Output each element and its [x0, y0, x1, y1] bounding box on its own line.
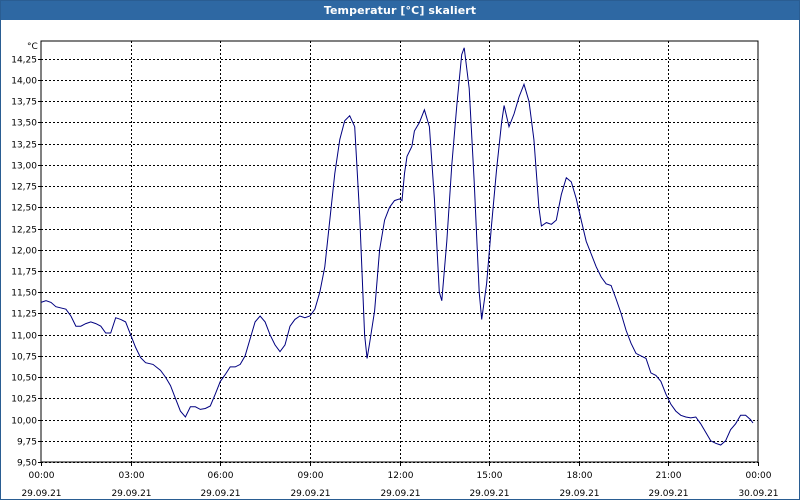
y-tick-label: 14,00	[11, 77, 37, 87]
temperature-series-line	[40, 47, 754, 446]
temperature-chart: 9,50 9,75 10,00 10,25 10,50 10,75 11,00 11,25 11…	[11, 40, 779, 499]
window-title: Temperatur [°C] skaliert	[1, 1, 799, 20]
y-tick-label: 12,50	[11, 204, 37, 214]
y-tick-label: 10,00	[11, 417, 37, 427]
x-tick-time-label: 00:00	[746, 471, 772, 481]
y-tick-label: 13,75	[11, 98, 37, 108]
x-tick-date-label: 29.09.21	[200, 489, 240, 499]
y-tick-label: 12,75	[11, 183, 37, 193]
x-tick-date-label: 29.09.21	[290, 489, 330, 499]
y-tick-label: 10,50	[11, 374, 37, 384]
y-axis-unit-label: °C	[27, 42, 38, 52]
x-tick-date-label: 29.09.21	[111, 489, 151, 499]
x-tick-date-label: 29.09.21	[559, 489, 599, 499]
y-tick-label: 11,75	[11, 268, 37, 278]
y-tick-label: 13,25	[11, 141, 37, 151]
x-tick-date-label: 29.09.21	[21, 489, 61, 499]
y-tick-label: 13,50	[11, 119, 37, 129]
x-tick-date-label: 30.09.21	[738, 489, 778, 499]
x-tick-time-label: 09:00	[298, 471, 324, 481]
x-tick-time-label: 21:00	[656, 471, 682, 481]
y-tick-label: 10,75	[11, 353, 37, 363]
x-tick-date-label: 29.09.21	[380, 489, 420, 499]
x-tick-time-label: 12:00	[388, 471, 414, 481]
y-tick-label: 9,50	[17, 459, 37, 469]
x-tick-time-label: 06:00	[208, 471, 234, 481]
y-tick-label: 12,25	[11, 226, 37, 236]
y-tick-label: 10,25	[11, 395, 37, 405]
y-tick-label: 11,00	[11, 332, 37, 342]
y-tick-label: 11,25	[11, 310, 37, 320]
y-tick-label: 11,50	[11, 289, 37, 299]
y-tick-label: 13,00	[11, 162, 37, 172]
y-tick-label: 9,75	[17, 438, 37, 448]
x-tick-time-label: 15:00	[477, 471, 503, 481]
x-tick-time-label: 03:00	[119, 471, 145, 481]
x-tick-date-label: 29.09.21	[648, 489, 688, 499]
y-tick-label: 14,25	[11, 56, 37, 66]
y-tick-label: 12,00	[11, 247, 37, 257]
chart-window: Temperatur [°C] skaliert 9,50 9,75 10,00 10…	[0, 0, 800, 500]
x-tick-time-label: 00:00	[29, 471, 55, 481]
x-tick-time-label: 18:00	[567, 471, 593, 481]
x-tick-date-label: 29.09.21	[469, 489, 509, 499]
